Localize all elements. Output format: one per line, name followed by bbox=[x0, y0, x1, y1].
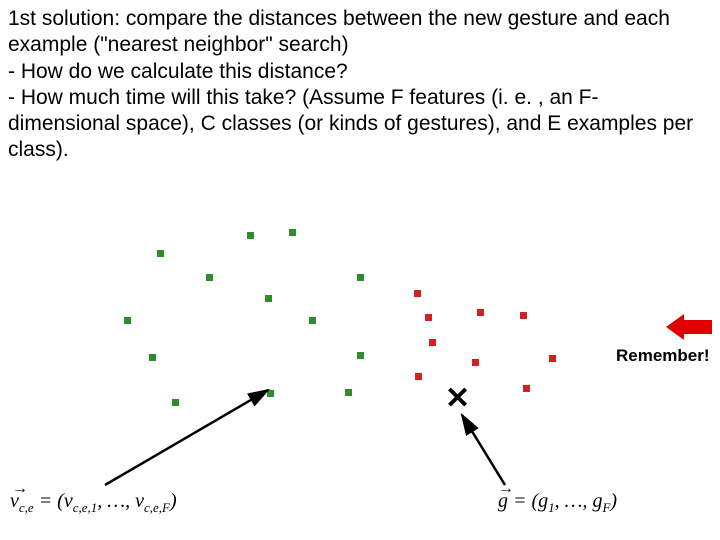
remember-label: Remember! bbox=[616, 346, 710, 366]
red-arrow-icon bbox=[666, 312, 714, 342]
formula-vce: → vc,e = (vc,e,1, …, vc,e,F) bbox=[10, 490, 177, 516]
arrow-right bbox=[0, 0, 720, 540]
formula-g: → g = (g1, …, gF) bbox=[498, 490, 617, 516]
